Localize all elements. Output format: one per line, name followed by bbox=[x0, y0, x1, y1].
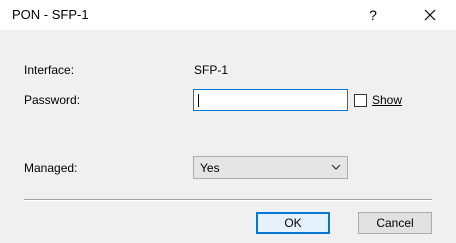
password-label: Password: bbox=[24, 93, 81, 107]
managed-selected-value: Yes bbox=[200, 161, 220, 175]
close-button[interactable] bbox=[412, 0, 448, 30]
managed-dropdown[interactable]: Yes bbox=[193, 156, 348, 179]
interface-value: SFP-1 bbox=[194, 63, 229, 77]
divider bbox=[24, 199, 432, 201]
window-title: PON - SFP-1 bbox=[12, 7, 89, 22]
ok-button[interactable]: OK bbox=[256, 212, 330, 234]
help-button[interactable]: ? bbox=[357, 0, 389, 30]
close-icon bbox=[424, 9, 436, 21]
cancel-button[interactable]: Cancel bbox=[358, 212, 432, 234]
managed-label: Managed: bbox=[24, 161, 78, 175]
show-password-checkbox[interactable] bbox=[354, 94, 367, 107]
help-icon: ? bbox=[369, 7, 377, 23]
show-password-label[interactable]: Show bbox=[372, 93, 402, 107]
password-field[interactable] bbox=[193, 89, 348, 111]
interface-label: Interface: bbox=[24, 63, 75, 77]
text-caret bbox=[198, 94, 199, 107]
chevron-down-icon bbox=[331, 164, 341, 170]
title-bar: PON - SFP-1 ? bbox=[0, 0, 456, 30]
